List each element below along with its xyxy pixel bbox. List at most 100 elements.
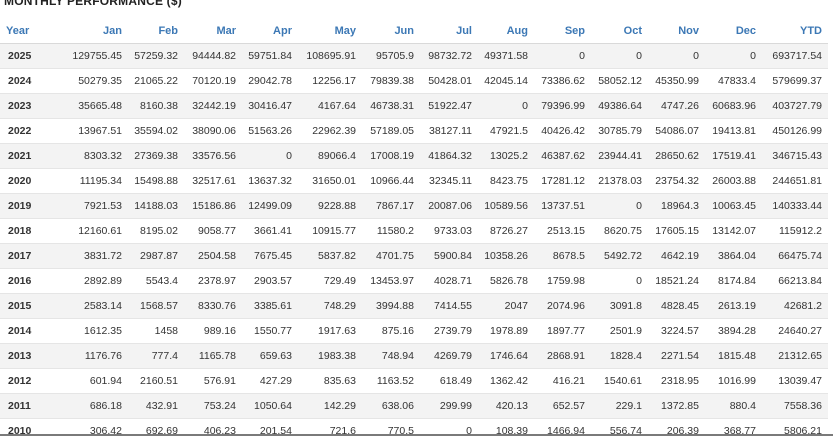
table-row: 2022 13967.51 35594.02 38090.06 51563.26 2296… <box>0 118 828 144</box>
value-cell: 1917.63 <box>298 318 362 344</box>
value-cell: 66475.74 <box>762 243 828 269</box>
value-cell: 3224.57 <box>648 318 705 344</box>
value-cell: 1163.52 <box>362 368 420 394</box>
year-cell: 2017 <box>0 243 64 269</box>
table-row: 2015 2583.14 1568.57 8330.76 3385.61 748.29 39… <box>0 293 828 319</box>
monthly-performance-panel: MONTHLY PERFORMANCE ($) Year Jan Feb Mar Apr… <box>0 0 833 436</box>
value-cell: 2613.19 <box>705 293 762 319</box>
value-cell: 50428.01 <box>420 68 478 94</box>
value-cell: 30785.79 <box>591 118 648 144</box>
value-cell: 21378.03 <box>591 168 648 194</box>
year-cell: 2023 <box>0 93 64 119</box>
value-cell: 748.94 <box>362 343 420 369</box>
value-cell: 5826.78 <box>478 268 534 294</box>
value-cell: 7558.36 <box>762 393 828 419</box>
value-cell: 12160.61 <box>64 218 128 244</box>
value-cell: 17281.12 <box>534 168 591 194</box>
value-cell: 2318.95 <box>648 368 705 394</box>
value-cell: 29042.78 <box>242 68 298 94</box>
value-cell: 42045.14 <box>478 68 534 94</box>
table-row: 2024 50279.35 21065.22 70120.19 29042.78 1225… <box>0 68 828 94</box>
column-header-sep: Sep <box>534 18 591 44</box>
value-cell: 3994.88 <box>362 293 420 319</box>
value-cell: 2513.15 <box>534 218 591 244</box>
value-cell: 1897.77 <box>534 318 591 344</box>
value-cell: 11580.2 <box>362 218 420 244</box>
value-cell: 26003.88 <box>705 168 762 194</box>
value-cell: 31650.01 <box>298 168 362 194</box>
value-cell: 0 <box>591 193 648 219</box>
value-cell: 51563.26 <box>242 118 298 144</box>
value-cell: 4028.71 <box>420 268 478 294</box>
value-cell: 13025.2 <box>478 143 534 169</box>
value-cell: 4167.64 <box>298 93 362 119</box>
value-cell: 18964.3 <box>648 193 705 219</box>
value-cell: 2583.14 <box>64 293 128 319</box>
column-header-mar: Mar <box>184 18 242 44</box>
value-cell: 3894.28 <box>705 318 762 344</box>
column-header-jul: Jul <box>420 18 478 44</box>
value-cell: 2892.89 <box>64 268 128 294</box>
value-cell: 2074.96 <box>534 293 591 319</box>
year-cell: 2022 <box>0 118 64 144</box>
table-row: 2025 129755.45 57259.32 94444.82 59751.84 108… <box>0 43 828 69</box>
value-cell: 601.94 <box>64 368 128 394</box>
table-row: 2011 686.18 432.91 753.24 1050.64 142.29 638.0… <box>0 393 828 419</box>
value-cell: 15186.86 <box>184 193 242 219</box>
performance-table: Year Jan Feb Mar Apr May Jun Jul Aug Sep Oct Nov Dec… <box>0 18 828 436</box>
value-cell: 753.24 <box>184 393 242 419</box>
value-cell: 7675.45 <box>242 243 298 269</box>
value-cell: 686.18 <box>64 393 128 419</box>
value-cell: 142.29 <box>298 393 362 419</box>
value-cell: 10063.45 <box>705 193 762 219</box>
value-cell: 8678.5 <box>534 243 591 269</box>
value-cell: 24640.27 <box>762 318 828 344</box>
value-cell: 0 <box>705 43 762 69</box>
value-cell: 13142.07 <box>705 218 762 244</box>
value-cell: 66213.84 <box>762 268 828 294</box>
value-cell: 4269.79 <box>420 343 478 369</box>
value-cell: 30416.47 <box>242 93 298 119</box>
year-cell: 2011 <box>0 393 64 419</box>
value-cell: 17605.15 <box>648 218 705 244</box>
value-cell: 875.16 <box>362 318 420 344</box>
value-cell: 4747.26 <box>648 93 705 119</box>
value-cell: 229.1 <box>591 393 648 419</box>
value-cell: 8195.02 <box>128 218 184 244</box>
value-cell: 403727.79 <box>762 93 828 119</box>
value-cell: 5543.4 <box>128 268 184 294</box>
column-header-year: Year <box>0 18 64 44</box>
panel-title: MONTHLY PERFORMANCE ($) <box>4 0 182 8</box>
value-cell: 129755.45 <box>64 43 128 69</box>
value-cell: 1050.64 <box>242 393 298 419</box>
value-cell: 3385.61 <box>242 293 298 319</box>
value-cell: 3091.8 <box>591 293 648 319</box>
value-cell: 98732.72 <box>420 43 478 69</box>
value-cell: 693717.54 <box>762 43 828 69</box>
value-cell: 618.49 <box>420 368 478 394</box>
value-cell: 9058.77 <box>184 218 242 244</box>
value-cell: 28650.62 <box>648 143 705 169</box>
column-header-dec: Dec <box>705 18 762 44</box>
value-cell: 89066.4 <box>298 143 362 169</box>
value-cell: 729.49 <box>298 268 362 294</box>
table-row: 2023 35665.48 8160.38 32442.19 30416.47 4167.… <box>0 93 828 119</box>
value-cell: 10589.56 <box>478 193 534 219</box>
value-cell: 1165.78 <box>184 343 242 369</box>
table-row: 2017 3831.72 2987.87 2504.58 7675.45 5837.82 4… <box>0 243 828 269</box>
value-cell: 40426.42 <box>534 118 591 144</box>
year-cell: 2016 <box>0 268 64 294</box>
value-cell: 2504.58 <box>184 243 242 269</box>
value-cell: 8620.75 <box>591 218 648 244</box>
value-cell: 0 <box>478 93 534 119</box>
value-cell: 4828.45 <box>648 293 705 319</box>
value-cell: 7921.53 <box>64 193 128 219</box>
year-cell: 2014 <box>0 318 64 344</box>
value-cell: 1362.42 <box>478 368 534 394</box>
value-cell: 60683.96 <box>705 93 762 119</box>
value-cell: 59751.84 <box>242 43 298 69</box>
value-cell: 2047 <box>478 293 534 319</box>
value-cell: 49386.64 <box>591 93 648 119</box>
value-cell: 35594.02 <box>128 118 184 144</box>
value-cell: 42681.2 <box>762 293 828 319</box>
